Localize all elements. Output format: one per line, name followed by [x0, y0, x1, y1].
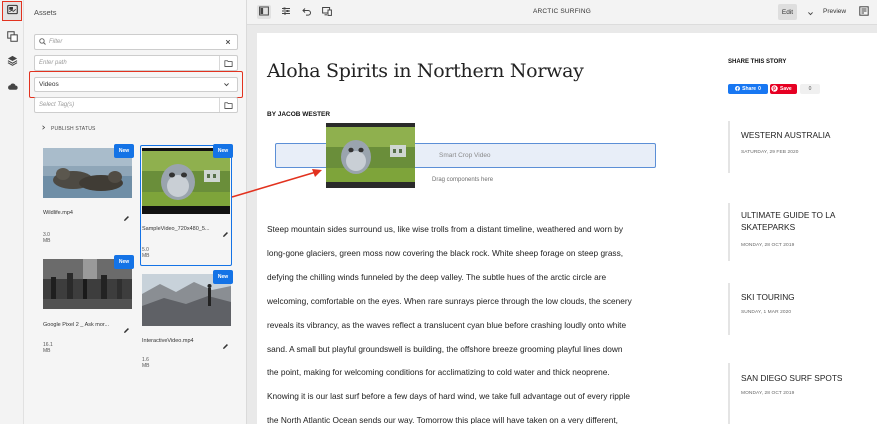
- body-line: reveals its vibrancy, as the waves refle…: [267, 319, 627, 330]
- chevron-right-icon: [41, 125, 46, 132]
- path-field[interactable]: Enter path: [34, 55, 238, 71]
- new-badge: New: [213, 270, 233, 284]
- content-tree-rail-button[interactable]: [3, 53, 21, 71]
- assets-panel-title: Assets: [34, 8, 57, 17]
- edit-pencil-icon[interactable]: [222, 337, 229, 349]
- page-editor: Assets Filter Enter path Videos Select T…: [0, 0, 877, 424]
- story-item[interactable]: ULTIMATE GUIDE TO LA SKATEPARKS MONDAY, …: [728, 203, 868, 263]
- story-date: SUNDAY, 1 MAR 2020: [741, 310, 792, 315]
- chevron-down-icon: [807, 4, 814, 22]
- article-title[interactable]: Aloha Spirits in Northern Norway: [267, 60, 584, 82]
- layers-icon: [7, 53, 18, 71]
- facebook-icon: [735, 85, 741, 93]
- cloud-rail-button[interactable]: [3, 79, 21, 97]
- facebook-share-label: Share: [742, 86, 757, 92]
- body-line: sand. A small but playful groundswell is…: [267, 343, 623, 354]
- undo-icon: [302, 3, 312, 21]
- smart-crop-video-label: Smart Crop Video: [439, 152, 491, 159]
- story-title[interactable]: ULTIMATE GUIDE TO LA SKATEPARKS: [741, 209, 866, 233]
- annotate-icon: [859, 3, 869, 21]
- tags-field[interactable]: Select Tag(s): [34, 97, 238, 113]
- select-highlight-annotation: [29, 71, 243, 98]
- publish-status-toggle[interactable]: PUBLISH STATUS: [41, 125, 96, 132]
- side-panel-icon: [259, 3, 269, 21]
- body-line: the North Atlantic Ocean sends our way. …: [267, 415, 618, 424]
- asset-name: Google Pixel 2 _ Ask mor...: [43, 322, 110, 328]
- pinterest-save-count: 0: [800, 84, 820, 94]
- path-input[interactable]: Enter path: [35, 60, 219, 66]
- edit-pencil-icon[interactable]: [123, 209, 130, 221]
- body-line: welcoming, comfortable on the eyes. When…: [267, 295, 632, 306]
- story-item[interactable]: WESTERN AUSTRALIA SATURDAY, 29 FEB 2020: [728, 121, 868, 176]
- story-title[interactable]: SAN DIEGO SURF SPOTS: [741, 372, 866, 384]
- body-line: Steep mountain sides surround us, like w…: [267, 224, 624, 234]
- filter-input[interactable]: Filter: [49, 39, 62, 45]
- story-date: SATURDAY, 29 FEB 2020: [741, 150, 799, 155]
- side-rail: [0, 0, 24, 424]
- search-icon: [39, 37, 46, 47]
- story-title[interactable]: WESTERN AUSTRALIA: [741, 129, 866, 141]
- filter-field[interactable]: Filter: [34, 34, 238, 50]
- publish-status-label: PUBLISH STATUS: [51, 125, 96, 132]
- emulator-button[interactable]: [320, 5, 334, 19]
- pinterest-save-button[interactable]: Save: [770, 84, 797, 94]
- body-line: the point, making for welcoming conditio…: [267, 367, 610, 378]
- toggle-side-panel-button[interactable]: [257, 5, 271, 19]
- facebook-share-count: 0: [758, 86, 761, 92]
- asset-size: 5.0 MB: [142, 247, 150, 259]
- components-rail-button[interactable]: [3, 29, 21, 47]
- sliders-icon: [281, 3, 291, 21]
- drag-components-placeholder[interactable]: Drag components here: [432, 177, 493, 183]
- pinterest-icon: [771, 84, 778, 94]
- new-badge: New: [114, 144, 134, 158]
- body-line: long-gone glaciers, green moss now cover…: [267, 247, 624, 258]
- story-item[interactable]: SKI TOURING SUNDAY, 1 MAR 2020: [728, 283, 868, 338]
- story-date: MONDAY, 28 OCT 2019: [741, 391, 795, 396]
- device-icon: [322, 3, 332, 21]
- page-properties-button[interactable]: [279, 5, 293, 19]
- assets-rail-button[interactable]: [2, 1, 22, 21]
- components-icon: [6, 29, 18, 47]
- edit-pencil-icon[interactable]: [222, 225, 229, 237]
- edit-pencil-icon[interactable]: [123, 321, 130, 333]
- asset-name: Wildlife.mp4: [43, 210, 73, 216]
- preview-button[interactable]: Preview: [823, 8, 846, 15]
- tags-input[interactable]: Select Tag(s): [35, 102, 219, 108]
- pinterest-save-label: Save: [780, 86, 792, 92]
- asset-size: 16.1 MB: [43, 342, 53, 354]
- dragged-asset-preview: [326, 123, 415, 188]
- asset-size: 3.0 MB: [43, 232, 51, 244]
- new-badge: New: [114, 255, 134, 269]
- assets-icon: [6, 2, 18, 20]
- share-heading: SHARE THIS STORY: [728, 59, 787, 65]
- cloud-icon: [7, 79, 18, 97]
- body-line: defying the chilling winds funneled by t…: [267, 271, 607, 282]
- story-item[interactable]: SAN DIEGO SURF SPOTS MONDAY, 28 OCT 2019: [728, 363, 868, 424]
- edit-mode-button[interactable]: Edit: [778, 4, 797, 20]
- facebook-share-button[interactable]: Share 0: [728, 84, 768, 94]
- asset-size: 1.6 MB: [142, 357, 150, 369]
- annotate-button[interactable]: [857, 5, 871, 19]
- clear-icon[interactable]: [219, 35, 237, 49]
- folder-icon[interactable]: [219, 56, 237, 70]
- undo-button[interactable]: [300, 5, 314, 19]
- story-title[interactable]: SKI TOURING: [741, 291, 866, 303]
- story-date: MONDAY, 28 OCT 2019: [741, 243, 795, 248]
- editor-toolbar: ARCTIC SURFING Edit Preview: [247, 0, 877, 25]
- body-line: Knowing it is our last surf before a few…: [267, 391, 630, 402]
- mode-dropdown-button[interactable]: [803, 6, 817, 20]
- asset-name: SampleVideo_720x480_5...: [142, 226, 210, 232]
- folder-icon[interactable]: [219, 98, 237, 112]
- new-badge: New: [213, 144, 233, 158]
- article-byline[interactable]: BY JACOB WESTER: [267, 111, 330, 118]
- asset-name: InteractiveVideo.mp4: [142, 338, 194, 344]
- article-body[interactable]: Steep mountain sides surround us, like w…: [267, 218, 665, 424]
